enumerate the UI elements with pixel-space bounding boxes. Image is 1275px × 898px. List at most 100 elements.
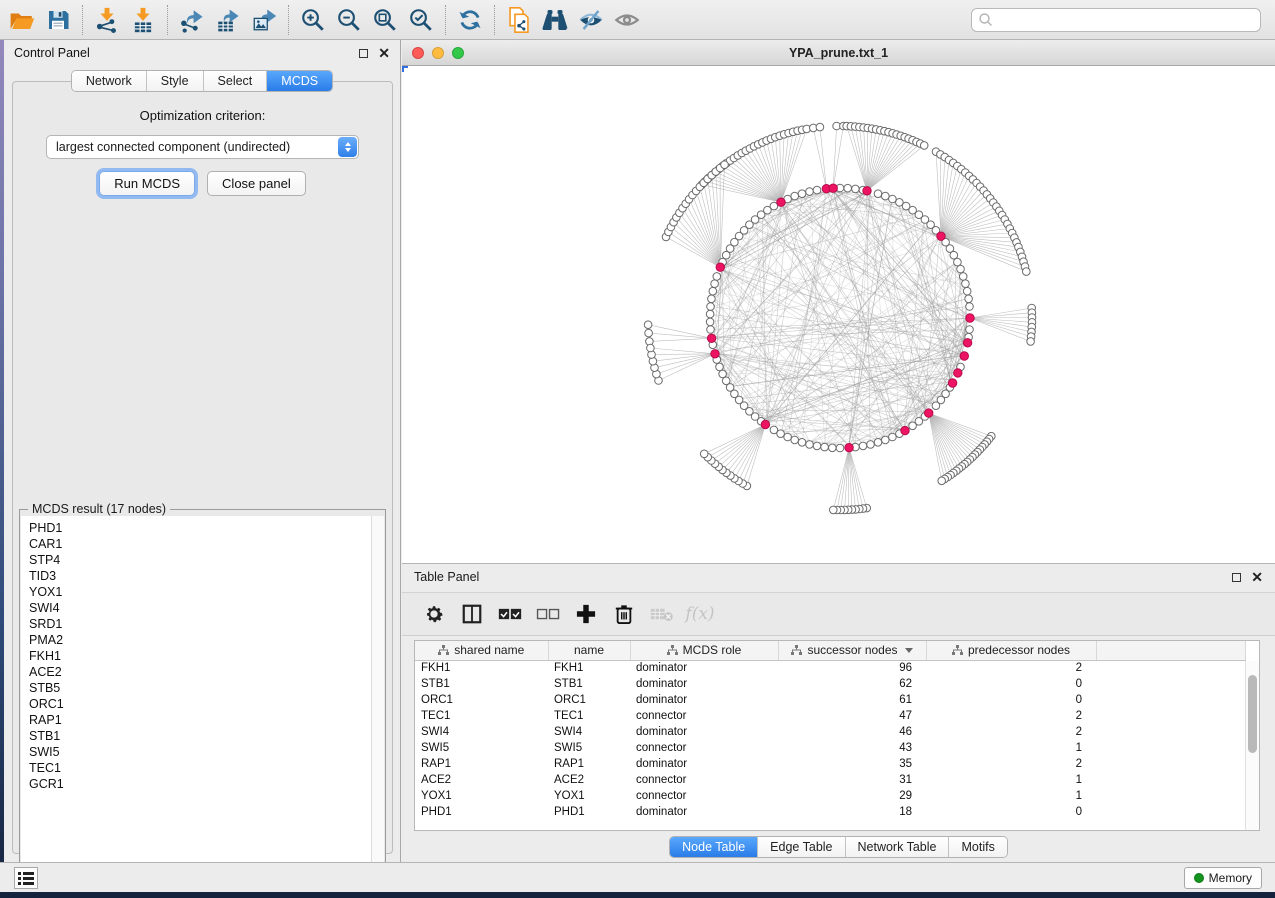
table-row[interactable]: PHD1PHD1dominator180 [415, 804, 1245, 820]
cell-predecessor-nodes[interactable]: 0 [926, 692, 1096, 708]
add-row-icon[interactable] [570, 599, 602, 629]
cell-shared-name[interactable]: STB1 [415, 676, 548, 692]
search-box[interactable] [971, 8, 1261, 32]
cell-name[interactable]: STB1 [548, 676, 630, 692]
cell-shared-name[interactable]: ACE2 [415, 772, 548, 788]
export-image-icon[interactable] [246, 3, 282, 37]
cell-name[interactable]: SWI4 [548, 724, 630, 740]
cell-successor-nodes[interactable]: 96 [778, 660, 926, 676]
cell-empty[interactable] [1096, 740, 1245, 756]
zoom-out-icon[interactable] [331, 3, 367, 37]
cell-name[interactable]: ORC1 [548, 692, 630, 708]
cell-empty[interactable] [1096, 708, 1245, 724]
tab-network-table[interactable]: Network Table [846, 837, 950, 857]
mcds-result-list[interactable]: PHD1CAR1STP4TID3YOX1SWI4SRD1PMA2FKH1ACE2… [21, 516, 372, 876]
cell-predecessor-nodes[interactable]: 2 [926, 660, 1096, 676]
mcds-result-item[interactable]: CAR1 [29, 536, 371, 552]
cell-shared-name[interactable]: YOX1 [415, 788, 548, 804]
refresh-view-icon[interactable] [452, 3, 488, 37]
tab-select[interactable]: Select [204, 71, 268, 91]
cell-empty[interactable] [1096, 724, 1245, 740]
cell-empty[interactable] [1096, 772, 1245, 788]
close-table-panel-icon[interactable]: ✕ [1251, 572, 1263, 582]
mcds-result-item[interactable]: ORC1 [29, 696, 371, 712]
table-scrollbar-thumb[interactable] [1248, 675, 1257, 753]
mcds-result-item[interactable]: YOX1 [29, 584, 371, 600]
cell-successor-nodes[interactable]: 61 [778, 692, 926, 708]
mcds-result-item[interactable]: STB5 [29, 680, 371, 696]
export-table-icon[interactable] [210, 3, 246, 37]
cell-empty[interactable] [1096, 804, 1245, 820]
import-table-icon[interactable] [125, 3, 161, 37]
column-header-predecessor-nodes[interactable]: predecessor nodes [926, 641, 1096, 660]
network-window-titlebar[interactable]: YPA_prune.txt_1 [402, 40, 1275, 66]
table-row[interactable]: FKH1FKH1dominator962 [415, 660, 1245, 676]
cell-name[interactable]: RAP1 [548, 756, 630, 772]
cell-MCDS-role[interactable]: dominator [630, 756, 778, 772]
table-row[interactable]: SWI5SWI5connector431 [415, 740, 1245, 756]
mcds-result-item[interactable]: TID3 [29, 568, 371, 584]
select-all-icon[interactable] [494, 599, 526, 629]
mcds-result-item[interactable]: FKH1 [29, 648, 371, 664]
mcds-result-item[interactable]: SWI4 [29, 600, 371, 616]
network-canvas[interactable] [402, 66, 1273, 562]
cell-predecessor-nodes[interactable]: 1 [926, 740, 1096, 756]
column-header-MCDS-role[interactable]: MCDS role [630, 641, 778, 660]
memory-button[interactable]: Memory [1184, 867, 1262, 889]
tab-edge-table[interactable]: Edge Table [758, 837, 845, 857]
table-row[interactable]: YOX1YOX1connector291 [415, 788, 1245, 804]
cell-shared-name[interactable]: ORC1 [415, 692, 548, 708]
cell-predecessor-nodes[interactable]: 0 [926, 804, 1096, 820]
deselect-all-icon[interactable] [532, 599, 564, 629]
cell-empty[interactable] [1096, 756, 1245, 772]
import-network-icon[interactable] [89, 3, 125, 37]
float-table-panel-icon[interactable] [1232, 573, 1241, 582]
cell-MCDS-role[interactable]: connector [630, 740, 778, 756]
tab-motifs[interactable]: Motifs [949, 837, 1006, 857]
mcds-result-item[interactable]: STB1 [29, 728, 371, 744]
table-scrollbar[interactable] [1245, 661, 1259, 830]
column-header-shared-name[interactable]: shared name [415, 641, 548, 660]
cell-empty[interactable] [1096, 692, 1245, 708]
cell-empty[interactable] [1096, 788, 1245, 804]
clone-view-icon[interactable] [501, 3, 537, 37]
mcds-result-item[interactable]: SWI5 [29, 744, 371, 760]
cell-shared-name[interactable]: RAP1 [415, 756, 548, 772]
search-input[interactable] [994, 10, 1260, 30]
cell-MCDS-role[interactable]: dominator [630, 724, 778, 740]
tab-mcds[interactable]: MCDS [267, 71, 332, 91]
task-history-button[interactable] [14, 867, 38, 889]
column-header-name[interactable]: name [548, 641, 630, 660]
cell-shared-name[interactable]: SWI4 [415, 724, 548, 740]
table-row[interactable]: STB1STB1dominator620 [415, 676, 1245, 692]
optimization-criterion-select[interactable]: largest connected component (undirected) [46, 135, 359, 159]
cell-shared-name[interactable]: PHD1 [415, 804, 548, 820]
cell-MCDS-role[interactable]: dominator [630, 804, 778, 820]
cell-MCDS-role[interactable]: dominator [630, 676, 778, 692]
cell-successor-nodes[interactable]: 62 [778, 676, 926, 692]
cell-shared-name[interactable]: TEC1 [415, 708, 548, 724]
save-session-icon[interactable] [40, 3, 76, 37]
table-row[interactable]: ORC1ORC1dominator610 [415, 692, 1245, 708]
cell-successor-nodes[interactable]: 47 [778, 708, 926, 724]
cell-successor-nodes[interactable]: 18 [778, 804, 926, 820]
cell-predecessor-nodes[interactable]: 2 [926, 756, 1096, 772]
cell-predecessor-nodes[interactable]: 1 [926, 788, 1096, 804]
mcds-result-scrollbar[interactable] [371, 516, 384, 876]
cell-MCDS-role[interactable]: dominator [630, 692, 778, 708]
tab-node-table[interactable]: Node Table [670, 837, 758, 857]
cell-MCDS-role[interactable]: dominator [630, 660, 778, 676]
delete-row-icon[interactable] [608, 599, 640, 629]
cell-predecessor-nodes[interactable]: 2 [926, 708, 1096, 724]
mcds-result-item[interactable]: TEC1 [29, 760, 371, 776]
mcds-result-item[interactable]: SRD1 [29, 616, 371, 632]
table-row[interactable]: TEC1TEC1connector472 [415, 708, 1245, 724]
zoom-selected-icon[interactable] [403, 3, 439, 37]
mcds-result-item[interactable]: RAP1 [29, 712, 371, 728]
column-selector-icon[interactable] [456, 599, 488, 629]
close-panel-button[interactable]: Close panel [207, 171, 306, 196]
cell-name[interactable]: PHD1 [548, 804, 630, 820]
cell-successor-nodes[interactable]: 29 [778, 788, 926, 804]
cell-successor-nodes[interactable]: 35 [778, 756, 926, 772]
hide-details-icon[interactable] [573, 3, 609, 37]
